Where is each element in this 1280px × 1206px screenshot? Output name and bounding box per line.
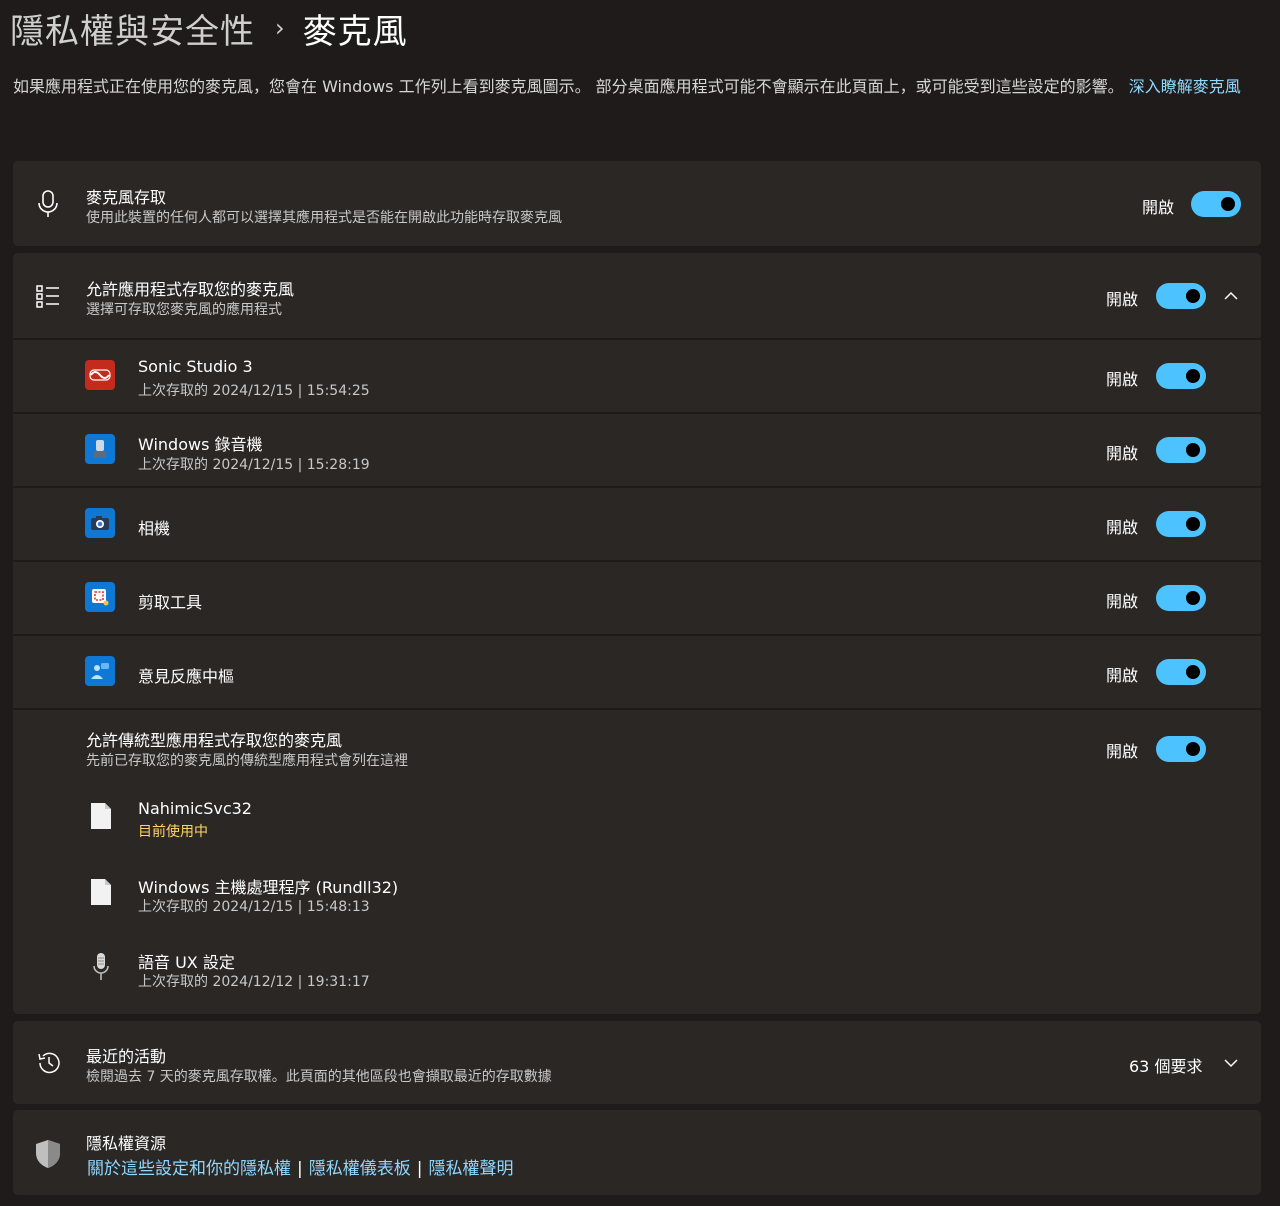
sonic-studio-toggle[interactable] xyxy=(1156,363,1206,389)
app-row-sonic-studio: Sonic Studio 3 上次存取的 2024/12/15 | 15:54:… xyxy=(13,340,1261,412)
privacy-resources-title: 隱私權資源 xyxy=(86,1134,167,1153)
app-state: 開啟 xyxy=(1106,518,1139,537)
recent-activity-count: 63 個要求 xyxy=(1129,1057,1203,1076)
app-name: 剪取工具 xyxy=(138,593,203,612)
recent-activity-title: 最近的活動 xyxy=(86,1047,167,1066)
learn-more-link[interactable]: 深入瞭解麥克風 xyxy=(1129,77,1241,96)
app-access-state: 開啟 xyxy=(1106,290,1139,309)
app-row-feedback-hub: 意見反應中樞 開啟 xyxy=(13,636,1261,708)
app-access-toggle[interactable] xyxy=(1156,283,1206,309)
app-row-snipping-tool: 剪取工具 開啟 xyxy=(13,562,1261,634)
app-name: 相機 xyxy=(138,519,171,538)
app-name: 意見反應中樞 xyxy=(138,667,235,686)
breadcrumb: 隱私權與安全性 › 麥克風 xyxy=(10,4,408,52)
breadcrumb-parent[interactable]: 隱私權與安全性 xyxy=(10,4,255,53)
snipping-tool-toggle[interactable] xyxy=(1156,585,1206,611)
sound-recorder-icon xyxy=(85,434,115,464)
desktop-access-title: 允許傳統型應用程式存取您的麥克風 xyxy=(86,731,343,750)
app-access-title: 允許應用程式存取您的麥克風 xyxy=(86,280,295,299)
app-access-header[interactable]: 允許應用程式存取您的麥克風 選擇可存取您麥克風的應用程式 開啟 xyxy=(13,253,1261,338)
camera-icon xyxy=(85,508,115,538)
microphone-icon xyxy=(35,190,61,218)
page-description: 如果應用程式正在使用您的麥克風，您會在 Windows 工作列上看到麥克風圖示。… xyxy=(13,75,1268,98)
app-state: 開啟 xyxy=(1106,666,1139,685)
desktop-app-row-nahimic: NahimicSvc32 目前使用中 xyxy=(13,786,1261,861)
microphone-access-card: 麥克風存取 使用此裝置的任何人都可以選擇其應用程式是否能在開啟此功能時存取麥克風… xyxy=(13,161,1261,246)
app-row-camera: 相機 開啟 xyxy=(13,488,1261,560)
desktop-app-last-access: 上次存取的 2024/12/15 | 15:48:13 xyxy=(138,899,370,915)
privacy-settings-link[interactable]: 關於這些設定和你的隱私權 xyxy=(87,1159,291,1179)
desktop-access-state: 開啟 xyxy=(1106,742,1139,761)
desktop-app-name: NahimicSvc32 xyxy=(138,799,252,818)
description-text: 如果應用程式正在使用您的麥克風，您會在 Windows 工作列上看到麥克風圖示。… xyxy=(13,77,1129,96)
privacy-links: 關於這些設定和你的隱私權 | 隱私權儀表板 | 隱私權聲明 xyxy=(87,1154,513,1179)
app-name: Windows 錄音機 xyxy=(138,435,263,454)
desktop-access-header: 允許傳統型應用程式存取您的麥克風 先前已存取您的麥克風的傳統型應用程式會列在這裡… xyxy=(13,710,1261,786)
desktop-access-subtitle: 先前已存取您的麥克風的傳統型應用程式會列在這裡 xyxy=(86,753,408,769)
file-icon xyxy=(90,802,112,830)
desktop-app-name: 語音 UX 設定 xyxy=(138,953,235,972)
chevron-down-icon[interactable] xyxy=(1221,1053,1241,1073)
desktop-access-toggle[interactable] xyxy=(1156,736,1206,762)
shield-icon xyxy=(33,1138,63,1170)
desktop-app-name: Windows 主機處理程序 (Rundll32) xyxy=(138,878,399,897)
sonic-studio-icon xyxy=(85,360,115,390)
feedback-hub-toggle[interactable] xyxy=(1156,659,1206,685)
desktop-app-row-rundll32: Windows 主機處理程序 (Rundll32) 上次存取的 2024/12/… xyxy=(13,861,1261,936)
sound-recorder-toggle[interactable] xyxy=(1156,437,1206,463)
desktop-app-status: 目前使用中 xyxy=(138,824,208,840)
recent-activity-card[interactable]: 最近的活動 檢閱過去 7 天的麥克風存取權。此頁面的其他區段也會擷取最近的存取數… xyxy=(13,1021,1261,1104)
app-access-subtitle: 選擇可存取您麥克風的應用程式 xyxy=(86,302,282,318)
history-icon xyxy=(35,1049,63,1077)
chevron-up-icon[interactable] xyxy=(1221,286,1241,306)
speech-microphone-icon xyxy=(92,952,110,982)
camera-toggle[interactable] xyxy=(1156,511,1206,537)
page-title: 麥克風 xyxy=(302,11,408,52)
app-state: 開啟 xyxy=(1106,592,1139,611)
app-state: 開啟 xyxy=(1106,370,1139,389)
link-separator: | xyxy=(416,1159,423,1179)
file-icon xyxy=(90,878,112,906)
breadcrumb-chevron-icon: › xyxy=(275,14,285,42)
app-state: 開啟 xyxy=(1106,444,1139,463)
desktop-app-row-speech-ux: 語音 UX 設定 上次存取的 2024/12/12 | 19:31:17 xyxy=(13,936,1261,1012)
privacy-dashboard-link[interactable]: 隱私權儀表板 xyxy=(309,1159,411,1179)
app-row-sound-recorder: Windows 錄音機 上次存取的 2024/12/15 | 15:28:19 … xyxy=(13,414,1261,486)
snipping-tool-icon xyxy=(85,582,115,612)
recent-activity-subtitle: 檢閱過去 7 天的麥克風存取權。此頁面的其他區段也會擷取最近的存取數據 xyxy=(86,1069,552,1085)
link-separator: | xyxy=(297,1159,303,1179)
app-last-access: 上次存取的 2024/12/15 | 15:54:25 xyxy=(138,383,370,399)
microphone-access-toggle[interactable] xyxy=(1191,191,1241,217)
feedback-hub-icon xyxy=(85,656,115,686)
app-access-card: 允許應用程式存取您的麥克風 選擇可存取您麥克風的應用程式 開啟 Sonic St… xyxy=(13,253,1261,1014)
app-last-access: 上次存取的 2024/12/15 | 15:28:19 xyxy=(138,457,370,473)
privacy-statement-link[interactable]: 隱私權聲明 xyxy=(428,1159,513,1179)
privacy-resources-card: 隱私權資源 關於這些設定和你的隱私權 | 隱私權儀表板 | 隱私權聲明 xyxy=(13,1110,1261,1195)
microphone-access-state: 開啟 xyxy=(1142,198,1175,217)
microphone-access-title: 麥克風存取 xyxy=(86,188,167,207)
list-icon xyxy=(35,283,61,309)
app-name: Sonic Studio 3 xyxy=(138,357,253,376)
microphone-access-subtitle: 使用此裝置的任何人都可以選擇其應用程式是否能在開啟此功能時存取麥克風 xyxy=(86,210,562,226)
desktop-app-last-access: 上次存取的 2024/12/12 | 19:31:17 xyxy=(138,974,370,990)
